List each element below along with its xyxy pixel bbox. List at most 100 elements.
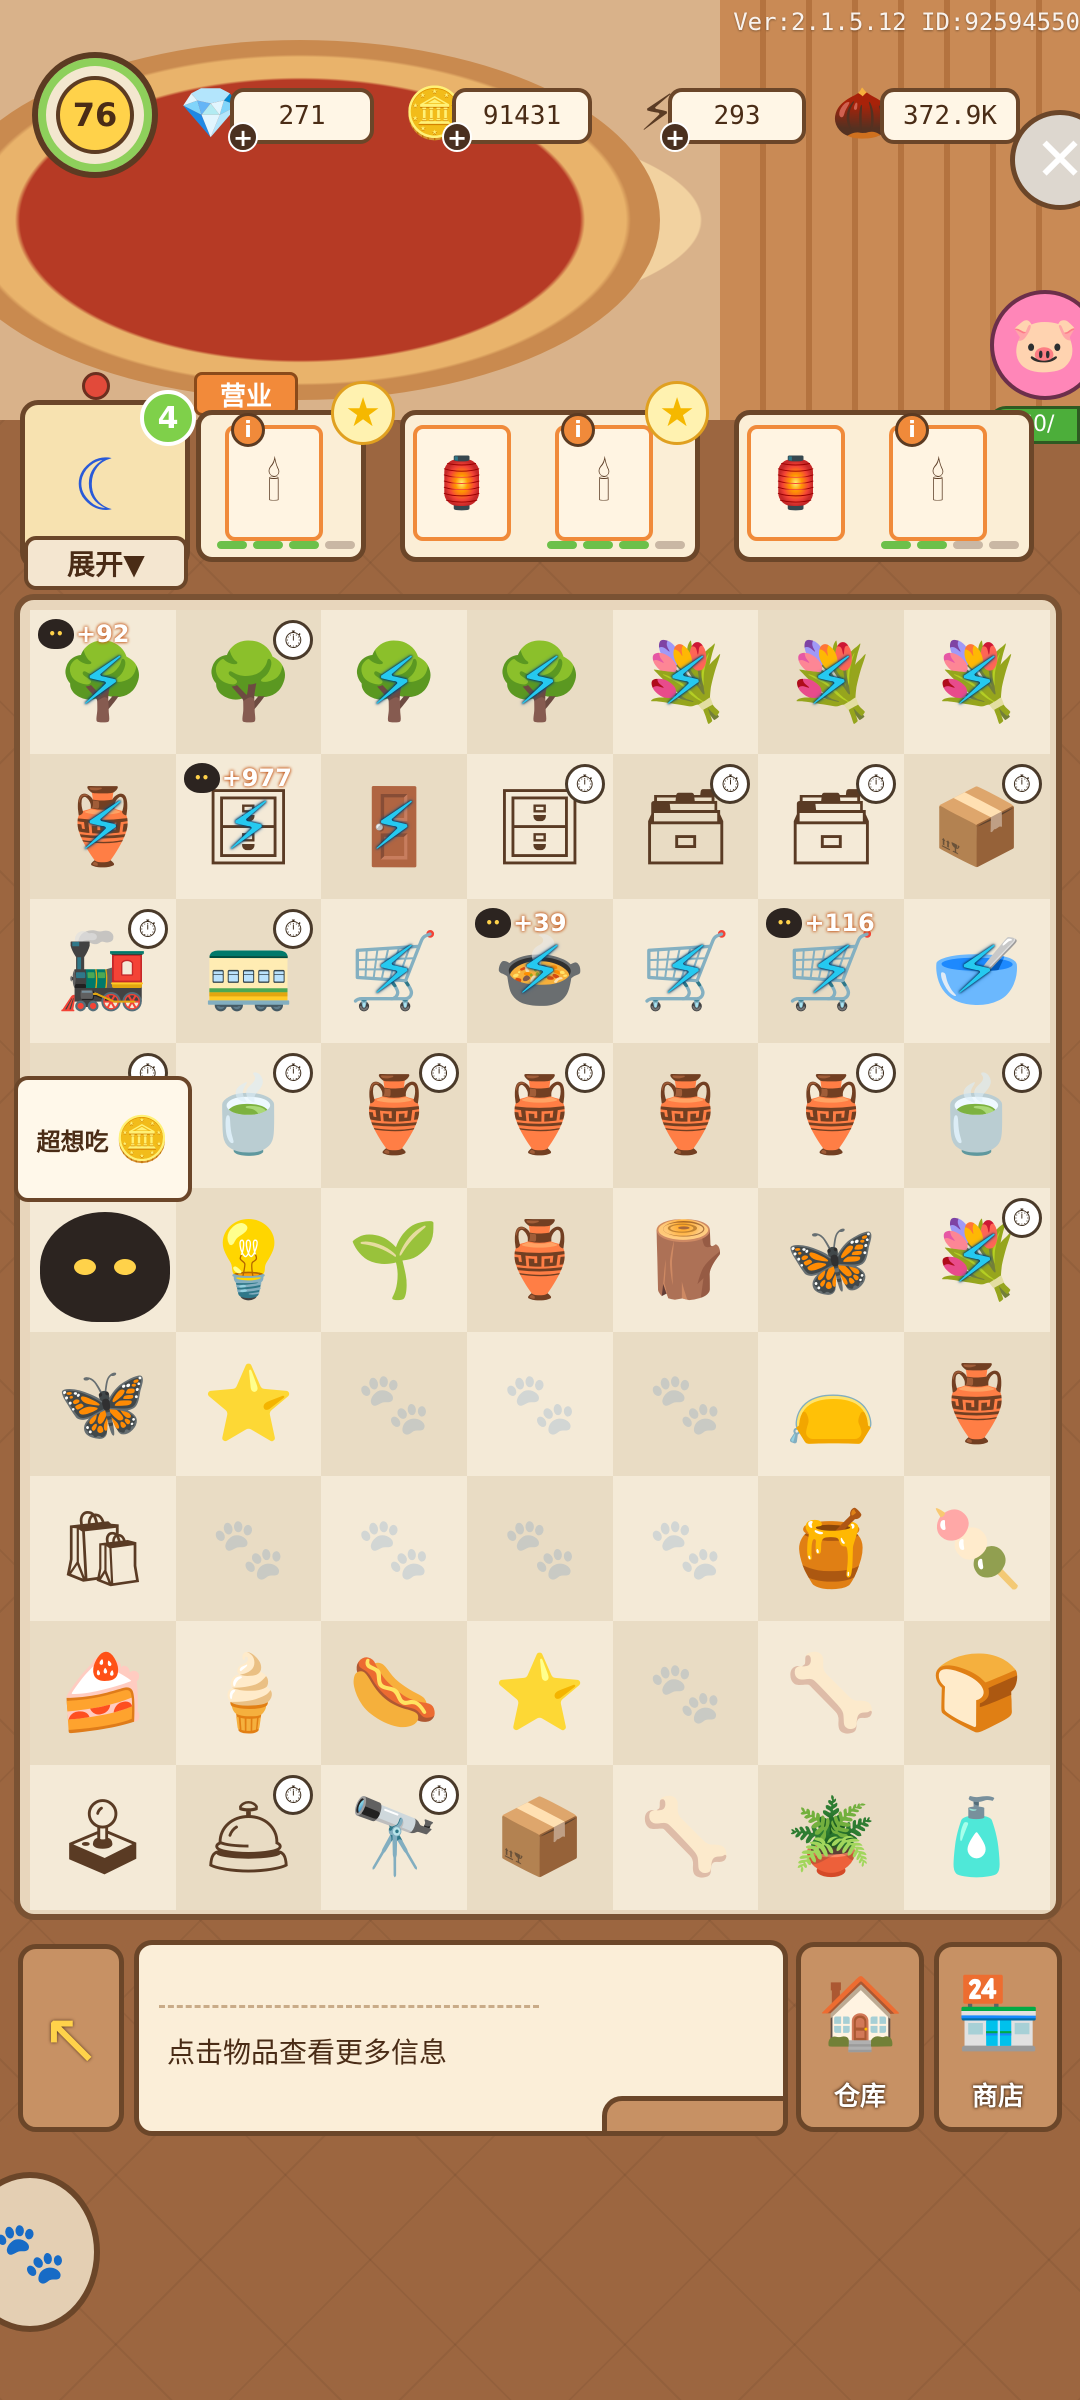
broken-pot-icon: 🏺 xyxy=(930,1361,1024,1448)
board-cell[interactable]: 🪴 xyxy=(758,1765,905,1910)
board-cell[interactable]: 🐾 xyxy=(321,1476,468,1621)
board-cell[interactable]: 🐾 xyxy=(467,1476,613,1621)
ice-cream-icon: 🍦 xyxy=(202,1649,295,1736)
board-cell[interactable]: ⭐ xyxy=(467,1620,613,1766)
bonus-badge: •• +92 xyxy=(38,616,130,652)
board-cell[interactable]: 🌳 ⚡ xyxy=(321,610,468,755)
board-cell[interactable]: 🦴 xyxy=(758,1620,905,1766)
board-cell[interactable]: 👝 xyxy=(758,1331,905,1477)
clock-icon: ⏱ xyxy=(273,908,314,949)
warehouse-label: 仓库 xyxy=(833,2082,886,2112)
board-cell[interactable]: 🏺 ⚡ xyxy=(30,754,176,899)
board-cell[interactable]: 🍰 xyxy=(30,1620,176,1766)
board-cell[interactable]: 🛍 xyxy=(30,1476,176,1621)
empty-cell: 🐾 xyxy=(648,1513,723,1584)
clock-icon: ⏱ xyxy=(1001,764,1042,805)
board-cell[interactable]: 🐾 xyxy=(612,1476,759,1621)
board-cell[interactable]: 🐾 xyxy=(612,1331,759,1477)
board-cell[interactable]: 🌳 ⚡ •• +92 xyxy=(30,610,176,755)
order-card-3[interactable]: 🏮 🕯 i xyxy=(734,410,1034,562)
shop-label: 商店 xyxy=(971,2082,1024,2112)
board-cell[interactable]: 🚪 ⚡ xyxy=(321,754,468,899)
board-cell[interactable]: 🏺 xyxy=(612,1043,759,1188)
board-cell[interactable]: 🍯 xyxy=(758,1476,905,1621)
board-cell[interactable]: 🐾 xyxy=(175,1476,322,1621)
empty-cell: 🐾 xyxy=(356,1513,432,1584)
board-cell[interactable]: 🗃 ⏱ xyxy=(612,754,759,899)
board-cell[interactable]: 🏺 xyxy=(467,1187,613,1332)
board-cell[interactable]: 🛎 ⏱ xyxy=(175,1765,322,1910)
board-cell[interactable]: 🦋 xyxy=(758,1187,905,1332)
shop-button[interactable]: 🏪 商店 xyxy=(934,1942,1062,2132)
board-cell[interactable]: 🛒 ⚡ xyxy=(612,898,759,1044)
board-cell[interactable]: 💐 ⚡ xyxy=(612,610,759,755)
warehouse-button[interactable]: 🏠 仓库 xyxy=(796,1942,924,2132)
order-progress xyxy=(217,541,355,549)
lightning-icon: ⚡ xyxy=(79,787,127,865)
board-cell[interactable]: 🗃 ⏱ xyxy=(758,754,905,899)
board-cell[interactable]: ⭐ xyxy=(175,1331,322,1477)
board-cell[interactable]: 🍵 ⏱ xyxy=(175,1043,322,1188)
add-coins-button[interactable]: + xyxy=(442,122,472,152)
board-cell[interactable]: 🐾 xyxy=(612,1620,759,1766)
lightbulb-icon: 💡 xyxy=(202,1216,295,1303)
empty-cell: 🐾 xyxy=(502,1369,578,1440)
board-cell[interactable]: 💐 ⚡ xyxy=(758,610,905,755)
board-cell[interactable]: 🌱 xyxy=(321,1187,468,1332)
cake-icon: 🍰 xyxy=(56,1649,149,1736)
board-cell[interactable]: 🗄 ⏱ xyxy=(467,754,613,899)
board-cell[interactable]: 🦋 xyxy=(30,1331,176,1477)
black-cat-customer[interactable] xyxy=(40,1212,170,1322)
clock-icon: ⏱ xyxy=(564,1053,605,1094)
board-cell[interactable]: 🏺 ⏱ xyxy=(758,1043,905,1188)
player-level-badge[interactable]: 76 xyxy=(32,52,158,178)
board-cell[interactable]: 🐾 xyxy=(321,1331,468,1477)
board-cell[interactable]: 🚃 ⏱ xyxy=(175,898,322,1044)
corn-dog-icon: 🌭 xyxy=(348,1649,441,1736)
board-cell[interactable]: 💐 ⚡ xyxy=(904,610,1050,755)
add-gems-button[interactable]: + xyxy=(228,122,258,152)
board-cell[interactable]: 🪵 xyxy=(612,1187,759,1332)
board-cell[interactable]: 📦 xyxy=(467,1765,613,1910)
info-icon[interactable]: i xyxy=(561,413,595,447)
bread-icon: 🍞 xyxy=(930,1649,1024,1736)
board-cell[interactable]: 🔭 ⏱ xyxy=(321,1765,468,1910)
board-cell[interactable]: 🌳 ⏱ xyxy=(175,610,322,755)
board-cell[interactable]: 🏺 xyxy=(904,1331,1050,1477)
board-cell[interactable]: 🌳 ⚡ xyxy=(467,610,613,755)
board-cell[interactable]: 🍞 xyxy=(904,1620,1050,1766)
board-cell[interactable]: 🗄 ⚡ •• +977 xyxy=(175,754,322,899)
wood-logs-icon: 🪵 xyxy=(639,1216,732,1303)
board-cell[interactable]: 🐾 xyxy=(467,1331,613,1477)
cat-face-icon: •• xyxy=(766,907,803,938)
board-cell[interactable]: 🕹 xyxy=(30,1765,176,1910)
board-cell[interactable]: 🏺 ⏱ xyxy=(467,1043,613,1188)
expand-orders-button[interactable]: 展开▼ xyxy=(24,536,188,590)
add-energy-button[interactable]: + xyxy=(660,122,690,152)
info-icon[interactable]: i xyxy=(895,413,929,447)
order-card-2[interactable]: 🏮 🕯 i ★ xyxy=(400,381,709,562)
board-cell[interactable]: 🦴 xyxy=(612,1765,759,1910)
board-cell[interactable]: 🥣 ⚡ xyxy=(904,898,1050,1044)
board-cell[interactable]: 🌭 xyxy=(321,1620,468,1766)
board-cell[interactable]: 🍦 xyxy=(175,1620,322,1766)
board-cell[interactable]: 💡 xyxy=(175,1187,322,1332)
board-cell[interactable]: 🛒 ⚡ •• +116 xyxy=(758,898,905,1044)
bonus-value: +116 xyxy=(804,908,875,937)
info-icon[interactable]: i xyxy=(231,413,265,447)
clock-icon: ⏱ xyxy=(856,764,897,805)
board-cell[interactable]: 🚂 ⏱ xyxy=(30,898,176,1044)
cat-face-icon: •• xyxy=(38,619,74,649)
back-arrow-button[interactable]: ↖ xyxy=(18,1944,124,2132)
lightning-icon: ⚡ xyxy=(808,931,855,1009)
lantern-icon: 🏮 xyxy=(413,425,511,541)
board-cell[interactable]: 💐 ⚡ ⏱ xyxy=(904,1187,1050,1332)
board-cell[interactable]: 🍲 ⚡ •• +39 xyxy=(467,898,613,1044)
board-cell[interactable]: 📦 ⏱ xyxy=(904,754,1050,899)
board-cell[interactable]: 🍡 xyxy=(904,1476,1050,1621)
board-cell[interactable]: 🧴 xyxy=(904,1765,1050,1910)
board-cell[interactable]: 🍵 ⏱ xyxy=(904,1043,1050,1188)
board-cell[interactable]: 🛒 ⚡ xyxy=(321,898,468,1044)
order-card-1[interactable]: 🕯 i ★ xyxy=(196,381,395,562)
board-cell[interactable]: 🏺 ⏱ xyxy=(321,1043,468,1188)
